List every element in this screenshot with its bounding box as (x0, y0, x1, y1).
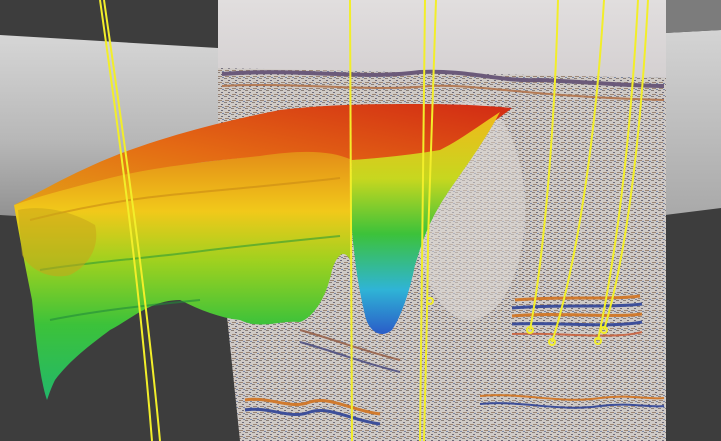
background-ceiling-right (665, 0, 721, 33)
reflector-right-3 (511, 312, 643, 318)
seismic-scene[interactable] (0, 0, 721, 441)
3d-viewport[interactable] (0, 0, 721, 441)
background-wall-right (665, 30, 721, 215)
